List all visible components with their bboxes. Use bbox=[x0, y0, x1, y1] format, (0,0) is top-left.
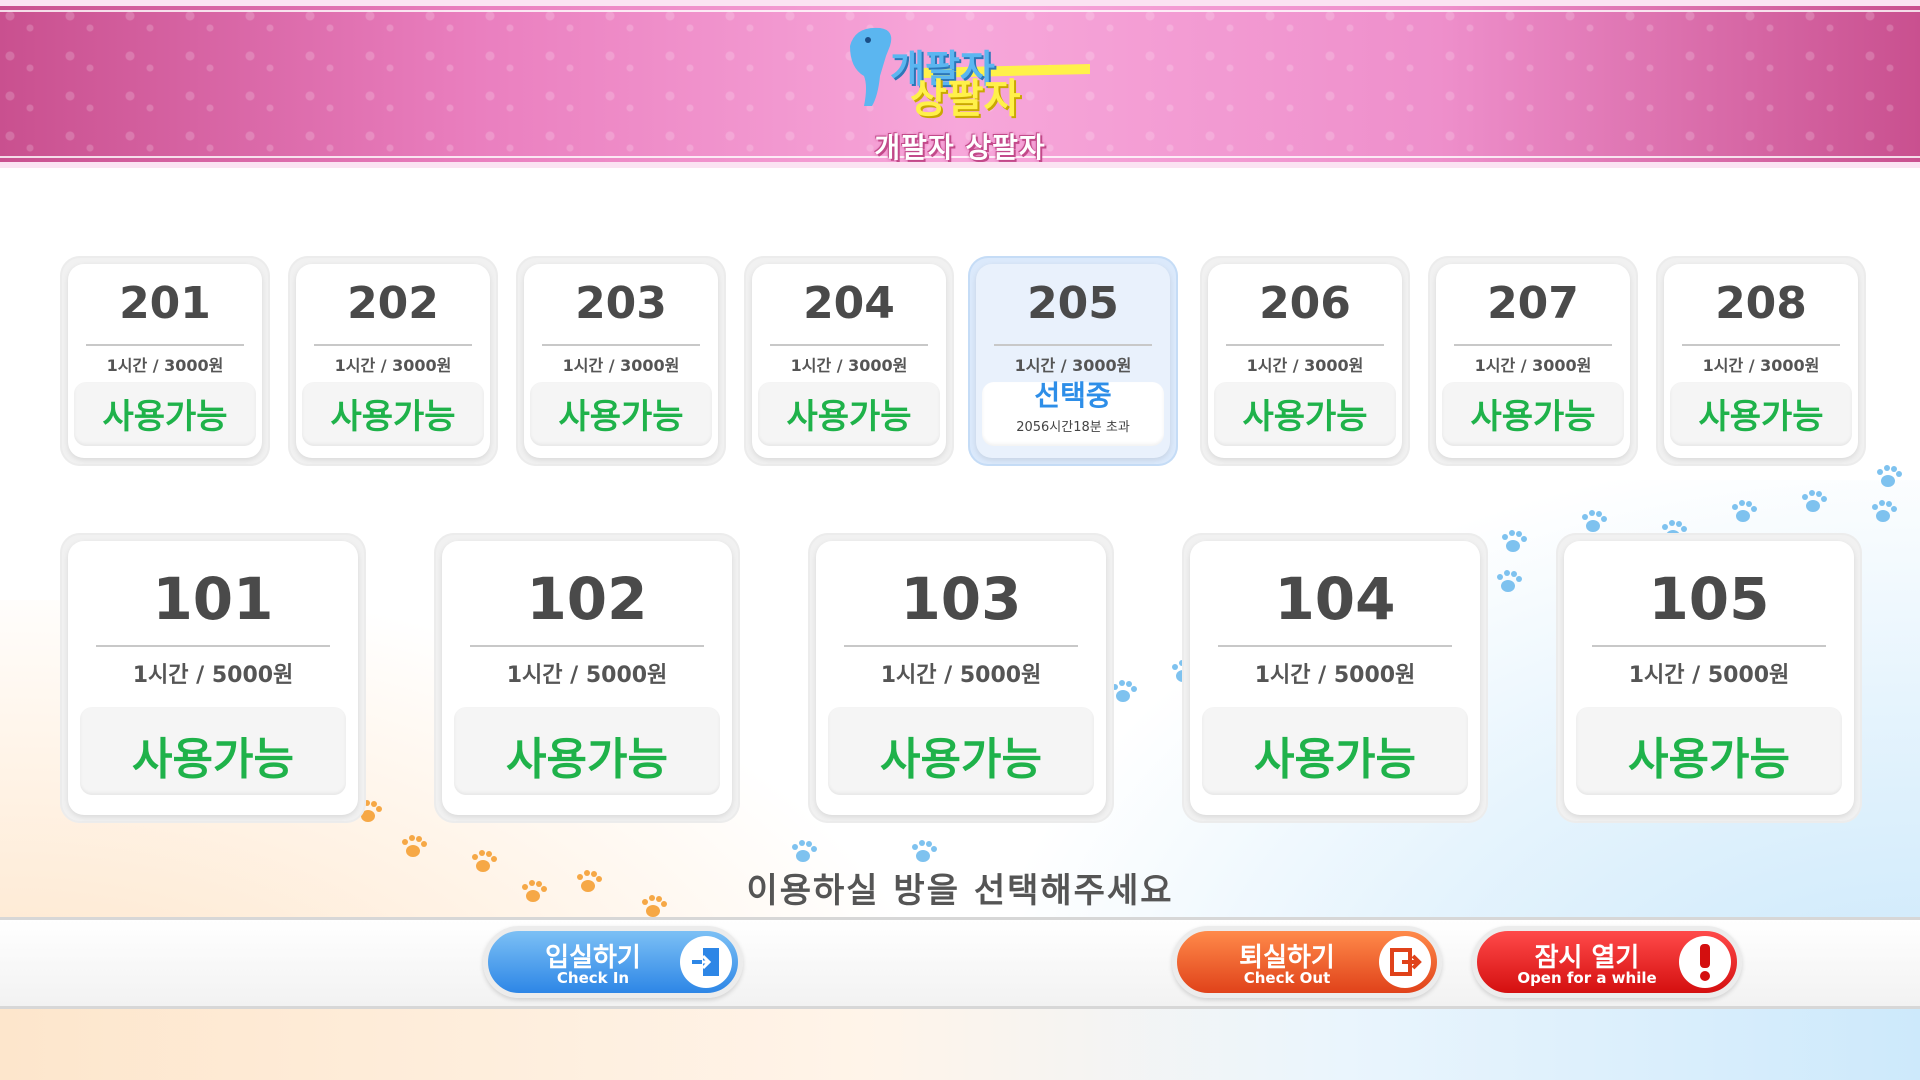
room-card-208[interactable]: 208 1시간 / 3000원사용가능 bbox=[1656, 256, 1866, 466]
room-number: 102 bbox=[526, 565, 648, 633]
room-divider bbox=[542, 344, 700, 346]
room-status: 사용가능 bbox=[1628, 734, 1790, 785]
room-price: 1시간 / 3000원 bbox=[790, 356, 908, 375]
room-divider bbox=[86, 344, 244, 346]
exclamation-icon bbox=[1679, 936, 1731, 988]
room-status: 사용가능 bbox=[506, 734, 668, 785]
paw-print-icon bbox=[1870, 500, 1897, 524]
room-status: 사용가능 bbox=[102, 397, 228, 437]
room-price: 1시간 / 3000원 bbox=[334, 356, 452, 375]
check-out-button[interactable]: 퇴실하기 Check Out bbox=[1172, 926, 1442, 998]
room-number: 105 bbox=[1648, 565, 1770, 633]
room-card-104[interactable]: 104 1시간 / 5000원사용가능 bbox=[1182, 533, 1488, 823]
room-status: 사용가능 bbox=[880, 734, 1042, 785]
room-number: 204 bbox=[803, 278, 895, 329]
paw-print-icon bbox=[1800, 490, 1827, 514]
room-divider bbox=[770, 344, 928, 346]
paw-print-icon bbox=[1875, 465, 1902, 489]
room-price: 1시간 / 5000원 bbox=[880, 663, 1042, 688]
open-english: Open for a while bbox=[1517, 969, 1657, 987]
room-status: 사용가능 bbox=[558, 397, 684, 437]
room-card-207[interactable]: 207 1시간 / 3000원사용가능 bbox=[1428, 256, 1638, 466]
select-room-prompt: 이용하실 방을 선택해주세요 bbox=[746, 871, 1174, 911]
room-status: 사용가능 bbox=[132, 734, 294, 785]
logo: 개팔자 상팔자 개팔자 상팔자 bbox=[820, 16, 1100, 164]
room-divider bbox=[1226, 344, 1384, 346]
room-price: 1시간 / 5000원 bbox=[1628, 663, 1790, 688]
room-price: 1시간 / 5000원 bbox=[132, 663, 294, 688]
paw-print-icon bbox=[400, 835, 427, 859]
room-price: 1시간 / 5000원 bbox=[1254, 663, 1416, 688]
room-number: 201 bbox=[119, 278, 211, 329]
room-card-203[interactable]: 203 1시간 / 3000원사용가능 bbox=[516, 256, 726, 466]
room-number: 208 bbox=[1715, 278, 1807, 329]
room-status: 사용가능 bbox=[1254, 734, 1416, 785]
room-card-101[interactable]: 101 1시간 / 5000원사용가능 bbox=[60, 533, 366, 823]
room-divider bbox=[994, 344, 1152, 346]
room-elapsed-time: 2056시간18분 초과 bbox=[1016, 420, 1130, 435]
room-card-201[interactable]: 201 1시간 / 3000원사용가능 bbox=[60, 256, 270, 466]
room-number: 103 bbox=[900, 565, 1022, 633]
room-number: 101 bbox=[152, 565, 274, 633]
room-number: 202 bbox=[347, 278, 439, 329]
header-top-line bbox=[0, 10, 1920, 12]
room-status: 사용가능 bbox=[1242, 397, 1368, 437]
paw-print-icon bbox=[910, 840, 937, 864]
room-card-206[interactable]: 206 1시간 / 3000원사용가능 bbox=[1200, 256, 1410, 466]
room-divider bbox=[470, 645, 704, 647]
open-for-a-while-button[interactable]: 잠시 열기 Open for a while bbox=[1472, 926, 1742, 998]
room-number: 207 bbox=[1487, 278, 1579, 329]
logo-text-bottom: 상팔자 bbox=[910, 76, 1021, 122]
header-banner: 개팔자 상팔자 개팔자 상팔자 bbox=[0, 0, 1920, 168]
room-price: 1시간 / 3000원 bbox=[1246, 356, 1364, 375]
room-divider bbox=[1682, 344, 1840, 346]
room-price: 1시간 / 3000원 bbox=[1702, 356, 1820, 375]
room-card-105[interactable]: 105 1시간 / 5000원사용가능 bbox=[1556, 533, 1862, 823]
door-exit-icon bbox=[1379, 936, 1431, 988]
paw-print-icon bbox=[790, 840, 817, 864]
room-divider bbox=[314, 344, 472, 346]
door-enter-icon bbox=[680, 936, 732, 988]
room-card-102[interactable]: 102 1시간 / 5000원사용가능 bbox=[434, 533, 740, 823]
room-divider bbox=[1218, 645, 1452, 647]
room-number: 206 bbox=[1259, 278, 1351, 329]
room-status: 사용가능 bbox=[786, 397, 912, 437]
room-divider bbox=[1454, 344, 1612, 346]
logo-subtitle: 개팔자 상팔자 bbox=[874, 131, 1046, 164]
room-status: 사용가능 bbox=[330, 397, 456, 437]
room-status: 사용가능 bbox=[1698, 397, 1824, 437]
room-status: 선택중 bbox=[1034, 379, 1112, 412]
room-card-205[interactable]: 205 1시간 / 3000원선택중 2056시간18분 초과 bbox=[968, 256, 1178, 466]
paw-print-icon bbox=[1730, 500, 1757, 524]
room-divider bbox=[1592, 645, 1826, 647]
room-number: 205 bbox=[1027, 278, 1119, 329]
check-out-english: Check Out bbox=[1243, 969, 1331, 987]
room-price: 1시간 / 3000원 bbox=[1014, 356, 1132, 375]
room-price: 1시간 / 5000원 bbox=[506, 663, 668, 688]
paw-print-icon bbox=[1495, 570, 1522, 594]
check-in-button[interactable]: 입실하기 Check In bbox=[483, 926, 743, 998]
room-price: 1시간 / 3000원 bbox=[106, 356, 224, 375]
bottom-decoration bbox=[0, 1009, 1920, 1080]
room-price: 1시간 / 3000원 bbox=[1474, 356, 1592, 375]
room-status: 사용가능 bbox=[1470, 397, 1596, 437]
paw-print-icon bbox=[1580, 510, 1607, 534]
room-card-202[interactable]: 202 1시간 / 3000원사용가능 bbox=[288, 256, 498, 466]
room-divider bbox=[844, 645, 1078, 647]
check-in-english: Check In bbox=[556, 969, 630, 987]
room-card-204[interactable]: 204 1시간 / 3000원사용가능 bbox=[744, 256, 954, 466]
paw-print-icon bbox=[1500, 530, 1527, 554]
room-price: 1시간 / 3000원 bbox=[562, 356, 680, 375]
room-number: 104 bbox=[1274, 565, 1396, 633]
room-card-103[interactable]: 103 1시간 / 5000원사용가능 bbox=[808, 533, 1114, 823]
room-number: 203 bbox=[575, 278, 667, 329]
room-divider bbox=[96, 645, 330, 647]
